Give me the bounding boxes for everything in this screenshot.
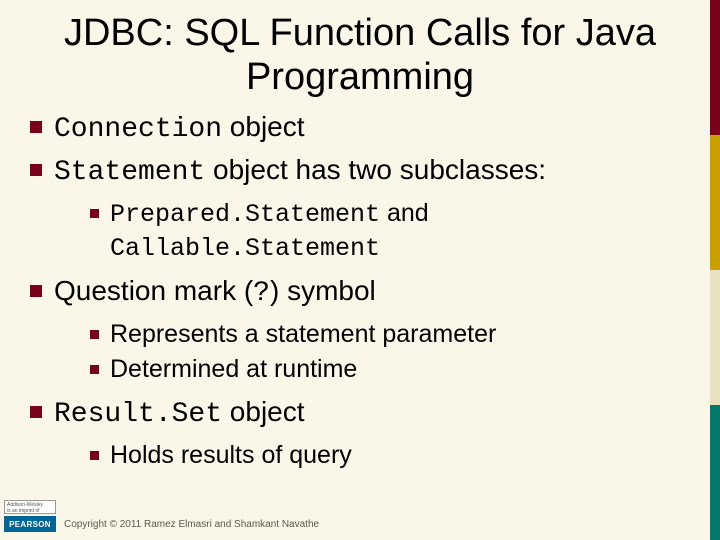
text: Question mark ( — [54, 275, 253, 306]
subbullet-represents: Represents a statement parameter — [88, 318, 700, 351]
bullet-connection: Connection object — [26, 109, 700, 148]
text: ) symbol — [270, 275, 376, 306]
bullet-resultset: Result.Set object Holds results of query — [26, 394, 700, 472]
code-statement: Statement — [54, 157, 205, 188]
imprint-line2: is an imprint of — [7, 508, 40, 514]
text: and — [380, 199, 429, 227]
code-connection: Connection — [54, 114, 222, 145]
text: object has two subclasses: — [205, 154, 546, 185]
bullet-statement: Statement object has two subclasses: Pre… — [26, 152, 700, 265]
slide-body: Connection object Statement object has t… — [0, 105, 720, 471]
subbullet-holds: Holds results of query — [88, 439, 700, 472]
imprint-box: Addison-Wesley is an imprint of — [4, 500, 56, 514]
code-resultset: Result.Set — [54, 399, 222, 430]
copyright-text: Copyright © 2011 Ramez Elmasri and Shamk… — [64, 519, 319, 530]
code-prepared: Prepared.Statement — [110, 200, 380, 229]
slide: JDBC: SQL Function Calls for Java Progra… — [0, 0, 720, 540]
subbullet-prepared-callable: Prepared.Statement and Callable.Statemen… — [88, 197, 700, 265]
slide-title: JDBC: SQL Function Calls for Java Progra… — [0, 0, 720, 105]
code-callable: Callable.Statement — [110, 234, 380, 263]
text: object — [222, 396, 305, 427]
text: object — [222, 111, 305, 142]
footer: Addison-Wesley is an imprint of PEARSON … — [0, 492, 720, 534]
subbullet-runtime: Determined at runtime — [88, 353, 700, 386]
pearson-logo: PEARSON — [4, 516, 56, 532]
bullet-question-mark: Question mark (?) symbol Represents a st… — [26, 273, 700, 386]
decorative-stripe — [710, 0, 720, 540]
code-qmark: ? — [253, 278, 270, 309]
